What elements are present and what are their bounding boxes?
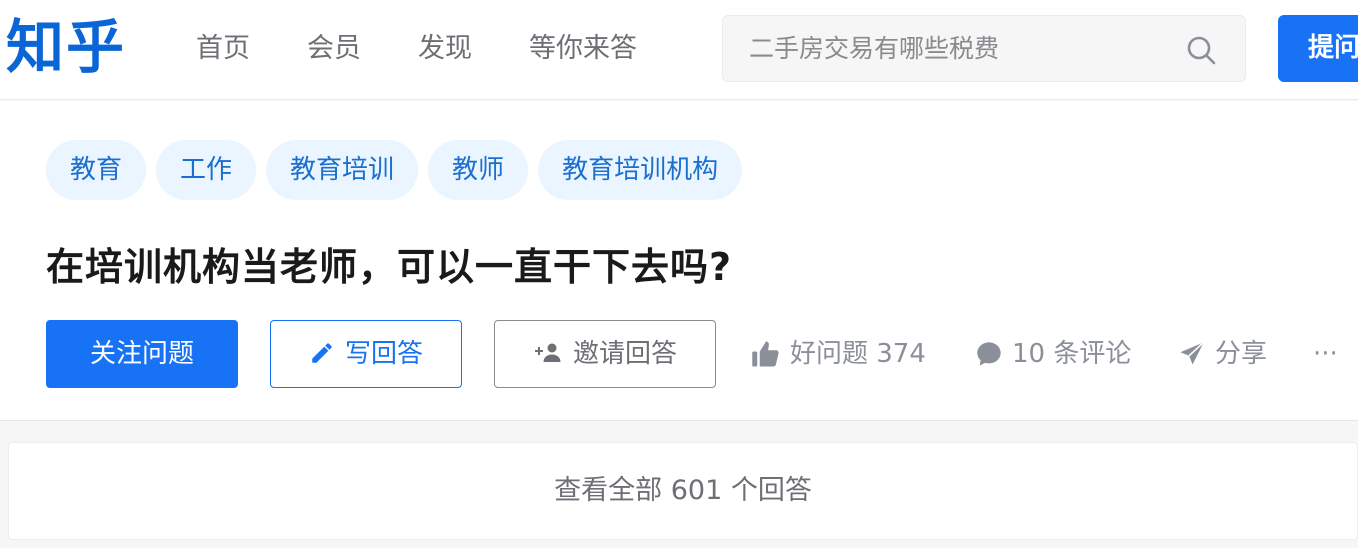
invite-answer-button[interactable]: 邀请回答 xyxy=(494,320,716,388)
follow-question-button[interactable]: 关注问题 xyxy=(46,320,238,388)
search-placeholder: 二手房交易有哪些税费 xyxy=(749,34,1000,63)
search-icon[interactable] xyxy=(1185,34,1217,66)
topic-tags: 教育 工作 教育培训 教师 教育培训机构 xyxy=(46,140,752,200)
comments-label: 10 条评论 xyxy=(1012,339,1132,369)
topic-tag[interactable]: 教育 xyxy=(46,140,147,200)
good-question-label: 好问题 374 xyxy=(790,339,926,369)
write-answer-label: 写回答 xyxy=(344,339,423,369)
view-all-answers-label: 查看全部 601 个回答 xyxy=(554,475,812,506)
invite-answer-label: 邀请回答 xyxy=(572,339,677,369)
add-user-icon xyxy=(534,343,561,362)
write-answer-button[interactable]: 写回答 xyxy=(270,320,462,388)
main-nav: 首页 会员 发现 等你来答 xyxy=(196,30,694,68)
zhihu-logo[interactable]: 知乎 xyxy=(6,12,126,82)
topic-tag[interactable]: 教育培训机构 xyxy=(538,140,743,200)
question-title: 在培训机构当老师，可以一直干下去吗? xyxy=(46,245,733,289)
share-button[interactable]: 分享 xyxy=(1178,337,1267,371)
share-label: 分享 xyxy=(1215,339,1268,369)
more-options-button[interactable]: ··· xyxy=(1313,337,1338,371)
topic-tag[interactable]: 工作 xyxy=(156,140,257,200)
search-input[interactable]: 二手房交易有哪些税费 xyxy=(722,15,1246,82)
nav-home[interactable]: 首页 xyxy=(196,30,250,68)
topic-tag[interactable]: 教师 xyxy=(428,140,529,200)
pencil-icon xyxy=(312,342,332,363)
nav-discover[interactable]: 发现 xyxy=(418,30,472,68)
topic-tag[interactable]: 教育培训 xyxy=(266,140,419,200)
top-bar: 知乎 首页 会员 发现 等你来答 二手房交易有哪些税费 提问 xyxy=(0,0,1358,100)
thumbs-up-icon xyxy=(752,341,779,367)
comments-button[interactable]: 10 条评论 xyxy=(975,337,1131,371)
good-question-button[interactable]: 好问题 374 xyxy=(751,337,926,371)
ask-question-button[interactable]: 提问 xyxy=(1278,15,1358,82)
nav-membership[interactable]: 会员 xyxy=(307,30,361,68)
paper-plane-icon xyxy=(1180,341,1205,365)
view-all-answers-button[interactable]: 查看全部 601 个回答 xyxy=(8,442,1358,540)
more-icon: ··· xyxy=(1313,339,1338,369)
follow-question-label: 关注问题 xyxy=(89,339,194,369)
nav-waiting-answers[interactable]: 等你来答 xyxy=(529,30,637,68)
question-header-card: 教育 工作 教育培训 教师 教育培训机构 在培训机构当老师，可以一直干下去吗? … xyxy=(0,101,1358,421)
comment-icon xyxy=(977,342,1001,366)
